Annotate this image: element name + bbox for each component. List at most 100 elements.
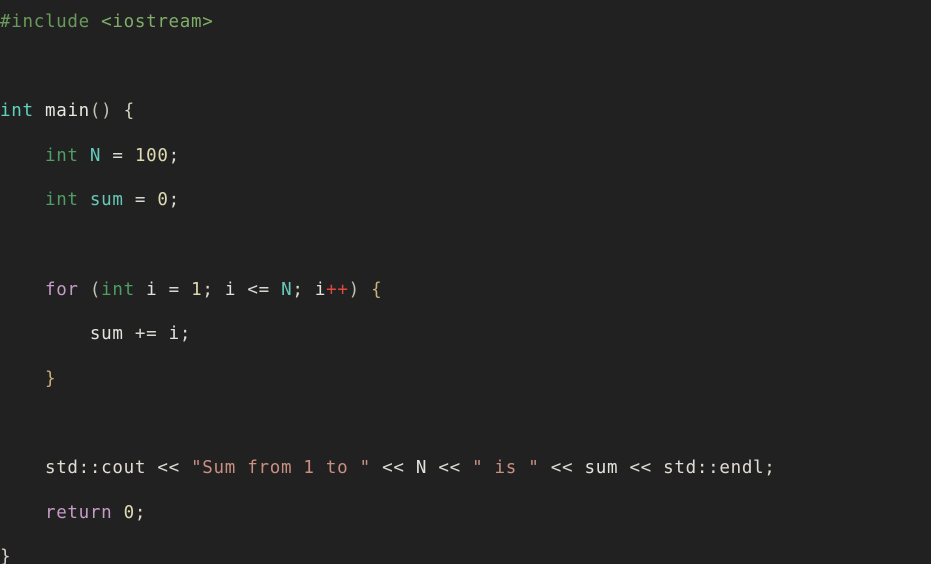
token-close-brace: } <box>44 368 57 389</box>
code-line-3: int main() { <box>0 89 931 134</box>
token-variable-name: N <box>281 279 293 300</box>
token-type-keyword: int <box>44 190 79 211</box>
code-line-1: #include <iostream> <box>0 0 931 45</box>
token-semicolon: ; <box>168 190 180 211</box>
token-std-cout: std::cout <box>44 458 147 478</box>
token-semicolon: ; <box>179 324 192 345</box>
code-line-5: int sum = 0; <box>0 178 931 223</box>
token-parentheses: () <box>89 101 113 122</box>
token-loop-variable: i <box>168 324 180 345</box>
token-return-keyword: return <box>44 502 113 523</box>
token-stream-operator: << <box>382 458 405 478</box>
token-preprocessor-directive: #include <box>0 12 90 32</box>
code-line-9: } <box>0 357 931 402</box>
token-open-paren: ( <box>89 279 102 300</box>
token-assign-operator: = <box>168 279 180 300</box>
token-semicolon: ; <box>202 279 225 300</box>
token-return-type: int <box>0 101 34 122</box>
token-loop-variable: i <box>146 279 158 300</box>
token-close-paren: ) <box>348 279 360 300</box>
token-stream-operator: << <box>550 458 574 478</box>
token-close-brace: } <box>0 547 12 564</box>
token-variable-name: sum <box>584 458 619 478</box>
token-number-literal: 1 <box>191 279 203 300</box>
code-line-8: sum += i; <box>0 312 931 357</box>
token-semicolon: ; <box>764 458 776 478</box>
token-variable-name: N <box>89 145 102 166</box>
token-variable-name: sum <box>89 190 124 211</box>
token-assign-operator: = <box>112 145 124 166</box>
token-less-equal-operator: <= <box>247 279 270 300</box>
code-line-6-blank <box>0 223 931 268</box>
code-editor-surface[interactable]: #include <iostream> int main() { int N =… <box>0 0 931 564</box>
token-variable-name: sum <box>89 324 124 345</box>
code-line-11: std::cout << "Sum from 1 to " << N << " … <box>0 446 931 491</box>
token-open-brace: { <box>371 279 383 300</box>
token-semicolon: ; <box>168 145 180 166</box>
token-type-keyword: int <box>44 145 79 166</box>
token-semicolon: ; <box>134 502 147 523</box>
token-type-keyword: int <box>101 279 135 300</box>
code-line-2-blank <box>0 45 931 90</box>
token-stream-operator: << <box>438 458 461 478</box>
token-number-literal: 0 <box>157 190 169 211</box>
token-loop-variable: i <box>314 279 327 300</box>
token-std-endl: std::endl <box>663 458 765 478</box>
token-stream-operator: << <box>629 458 652 478</box>
token-open-brace: { <box>123 101 135 122</box>
code-line-4: int N = 100; <box>0 134 931 179</box>
token-for-keyword: for <box>44 279 79 300</box>
token-semicolon: ; <box>292 279 315 300</box>
code-line-12: return 0; <box>0 491 931 536</box>
token-string-literal: "Sum from 1 to " <box>191 458 371 478</box>
token-plus-assign-operator: += <box>134 324 158 345</box>
token-number-literal: 100 <box>134 145 169 166</box>
code-line-10-blank <box>0 401 931 446</box>
token-increment-operator: ++ <box>326 279 349 300</box>
token-variable-name: N <box>415 458 428 478</box>
token-assign-operator: = <box>134 190 147 211</box>
token-include-header: <iostream> <box>101 12 214 32</box>
token-function-name: main <box>44 101 90 122</box>
code-line-13: } <box>0 535 931 564</box>
token-number-literal: 0 <box>123 502 135 523</box>
token-loop-variable: i <box>224 279 237 300</box>
code-line-7: for (int i = 1; i <= N; i++) { <box>0 268 931 313</box>
token-string-literal: " is " <box>472 458 540 478</box>
